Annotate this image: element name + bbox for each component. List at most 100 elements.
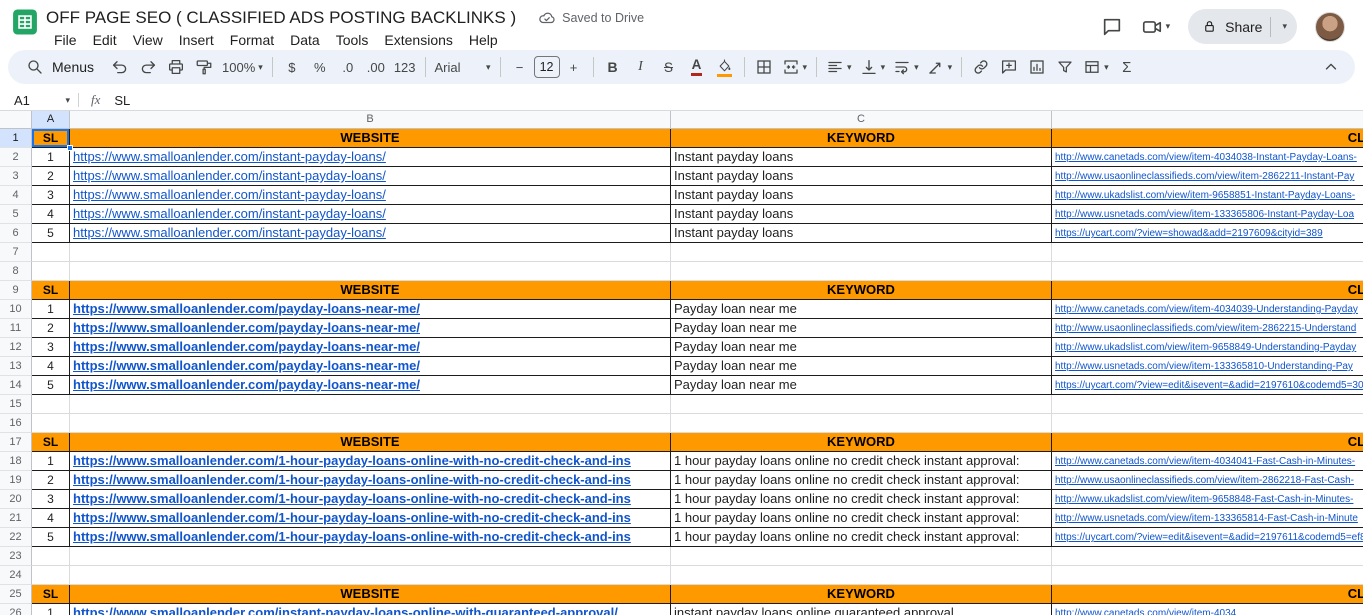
cell-A19[interactable]: 2	[32, 471, 70, 490]
fill-handle[interactable]	[67, 145, 73, 151]
cell-B2[interactable]: https://www.smalloanlender.com/instant-p…	[70, 148, 671, 167]
row-header-5[interactable]: 5	[0, 205, 32, 224]
cell-D8[interactable]	[1052, 262, 1363, 281]
menu-edit[interactable]: Edit	[85, 30, 125, 50]
paint-format-button[interactable]	[191, 54, 217, 80]
sheets-logo-icon[interactable]	[12, 9, 38, 40]
cell-B21[interactable]: https://www.smalloanlender.com/1-hour-pa…	[70, 509, 671, 528]
cell-C5[interactable]: Instant payday loans	[671, 205, 1052, 224]
column-header-offscreen[interactable]	[1052, 111, 1363, 129]
cell-D3[interactable]: http://www.usaonlineclassifieds.com/view…	[1052, 167, 1363, 186]
menus-search-button[interactable]: Menus	[18, 53, 106, 81]
cell-A1[interactable]: SL	[32, 129, 70, 148]
cell-A7[interactable]	[32, 243, 70, 262]
column-header-c[interactable]: C	[671, 111, 1052, 129]
undo-button[interactable]	[107, 54, 133, 80]
menu-file[interactable]: File	[46, 30, 85, 50]
cell-C10[interactable]: Payday loan near me	[671, 300, 1052, 319]
cell-C22[interactable]: 1 hour payday loans online no credit che…	[671, 528, 1052, 547]
cell-D2[interactable]: http://www.canetads.com/view/item-403403…	[1052, 148, 1363, 167]
font-size-input[interactable]: 12	[534, 56, 560, 78]
cell-D25[interactable]: CLAS	[1052, 585, 1363, 604]
cell-B8[interactable]	[70, 262, 671, 281]
merge-cells-button[interactable]: ▾	[779, 54, 811, 80]
strikethrough-button[interactable]: S	[656, 54, 682, 80]
menu-data[interactable]: Data	[282, 30, 328, 50]
menu-view[interactable]: View	[125, 30, 171, 50]
avatar[interactable]	[1315, 12, 1345, 42]
meet-dropdown-icon[interactable]: ▾	[1166, 21, 1171, 32]
row-header-7[interactable]: 7	[0, 243, 32, 262]
row-header-23[interactable]: 23	[0, 547, 32, 566]
menu-insert[interactable]: Insert	[171, 30, 222, 50]
more-formats-button[interactable]: 123	[391, 54, 419, 80]
insert-comment-button[interactable]	[996, 54, 1022, 80]
filter-views-button[interactable]: ▾	[1080, 54, 1112, 80]
cell-D19[interactable]: http://www.usaonlineclassifieds.com/view…	[1052, 471, 1363, 490]
cell-D11[interactable]: http://www.usaonlineclassifieds.com/view…	[1052, 319, 1363, 338]
text-rotation-button[interactable]: ▾	[924, 54, 956, 80]
cell-B13[interactable]: https://www.smalloanlender.com/payday-lo…	[70, 357, 671, 376]
cell-A4[interactable]: 3	[32, 186, 70, 205]
cell-A2[interactable]: 1	[32, 148, 70, 167]
row-header-18[interactable]: 18	[0, 452, 32, 471]
cell-A22[interactable]: 5	[32, 528, 70, 547]
row-header-15[interactable]: 15	[0, 395, 32, 414]
cell-D23[interactable]	[1052, 547, 1363, 566]
cell-B7[interactable]	[70, 243, 671, 262]
cell-C25[interactable]: KEYWORD	[671, 585, 1052, 604]
format-percent-button[interactable]: %	[307, 54, 333, 80]
zoom-dropdown[interactable]: 100% ▾	[219, 54, 266, 80]
menu-tools[interactable]: Tools	[328, 30, 377, 50]
cell-D4[interactable]: http://www.ukadslist.com/view/item-96588…	[1052, 186, 1363, 205]
cell-A11[interactable]: 2	[32, 319, 70, 338]
row-header-8[interactable]: 8	[0, 262, 32, 281]
cell-D7[interactable]	[1052, 243, 1363, 262]
cell-A10[interactable]: 1	[32, 300, 70, 319]
row-header-3[interactable]: 3	[0, 167, 32, 186]
cell-D13[interactable]: http://www.usnetads.com/view/item-133365…	[1052, 357, 1363, 376]
cell-D24[interactable]	[1052, 566, 1363, 585]
row-header-14[interactable]: 14	[0, 376, 32, 395]
comment-history-icon[interactable]	[1101, 16, 1123, 38]
text-wrap-button[interactable]: ▾	[890, 54, 922, 80]
cell-A15[interactable]	[32, 395, 70, 414]
cell-D10[interactable]: http://www.canetads.com/view/item-403403…	[1052, 300, 1363, 319]
cell-B23[interactable]	[70, 547, 671, 566]
cell-B19[interactable]: https://www.smalloanlender.com/1-hour-pa…	[70, 471, 671, 490]
cell-C13[interactable]: Payday loan near me	[671, 357, 1052, 376]
cell-D15[interactable]	[1052, 395, 1363, 414]
cell-D20[interactable]: http://www.ukadslist.com/view/item-96588…	[1052, 490, 1363, 509]
row-header-17[interactable]: 17	[0, 433, 32, 452]
cell-C11[interactable]: Payday loan near me	[671, 319, 1052, 338]
hide-toolbar-button[interactable]	[1318, 54, 1344, 80]
cell-A13[interactable]: 4	[32, 357, 70, 376]
cell-A21[interactable]: 4	[32, 509, 70, 528]
cell-C14[interactable]: Payday loan near me	[671, 376, 1052, 395]
decrease-decimal-button[interactable]: .0	[335, 54, 361, 80]
cell-C23[interactable]	[671, 547, 1052, 566]
cell-B11[interactable]: https://www.smalloanlender.com/payday-lo…	[70, 319, 671, 338]
italic-button[interactable]: I	[628, 54, 654, 80]
cell-A16[interactable]	[32, 414, 70, 433]
cell-B18[interactable]: https://www.smalloanlender.com/1-hour-pa…	[70, 452, 671, 471]
cell-B14[interactable]: https://www.smalloanlender.com/payday-lo…	[70, 376, 671, 395]
cell-B26[interactable]: https://www.smalloanlender.com/instant-p…	[70, 604, 671, 615]
cell-B6[interactable]: https://www.smalloanlender.com/instant-p…	[70, 224, 671, 243]
cell-C26[interactable]: instant payday loans online guaranteed a…	[671, 604, 1052, 615]
formula-input[interactable]: SL	[114, 93, 130, 108]
cell-D5[interactable]: http://www.usnetads.com/view/item-133365…	[1052, 205, 1363, 224]
cell-B4[interactable]: https://www.smalloanlender.com/instant-p…	[70, 186, 671, 205]
cell-B10[interactable]: https://www.smalloanlender.com/payday-lo…	[70, 300, 671, 319]
cell-D18[interactable]: http://www.canetads.com/view/item-403404…	[1052, 452, 1363, 471]
cell-A25[interactable]: SL	[32, 585, 70, 604]
row-header-19[interactable]: 19	[0, 471, 32, 490]
cell-A24[interactable]	[32, 566, 70, 585]
row-header-13[interactable]: 13	[0, 357, 32, 376]
cell-C12[interactable]: Payday loan near me	[671, 338, 1052, 357]
print-button[interactable]	[163, 54, 189, 80]
cell-D1[interactable]: CLAS	[1052, 129, 1363, 148]
cell-B15[interactable]	[70, 395, 671, 414]
select-all-corner[interactable]	[0, 111, 32, 129]
cell-B9[interactable]: WEBSITE	[70, 281, 671, 300]
